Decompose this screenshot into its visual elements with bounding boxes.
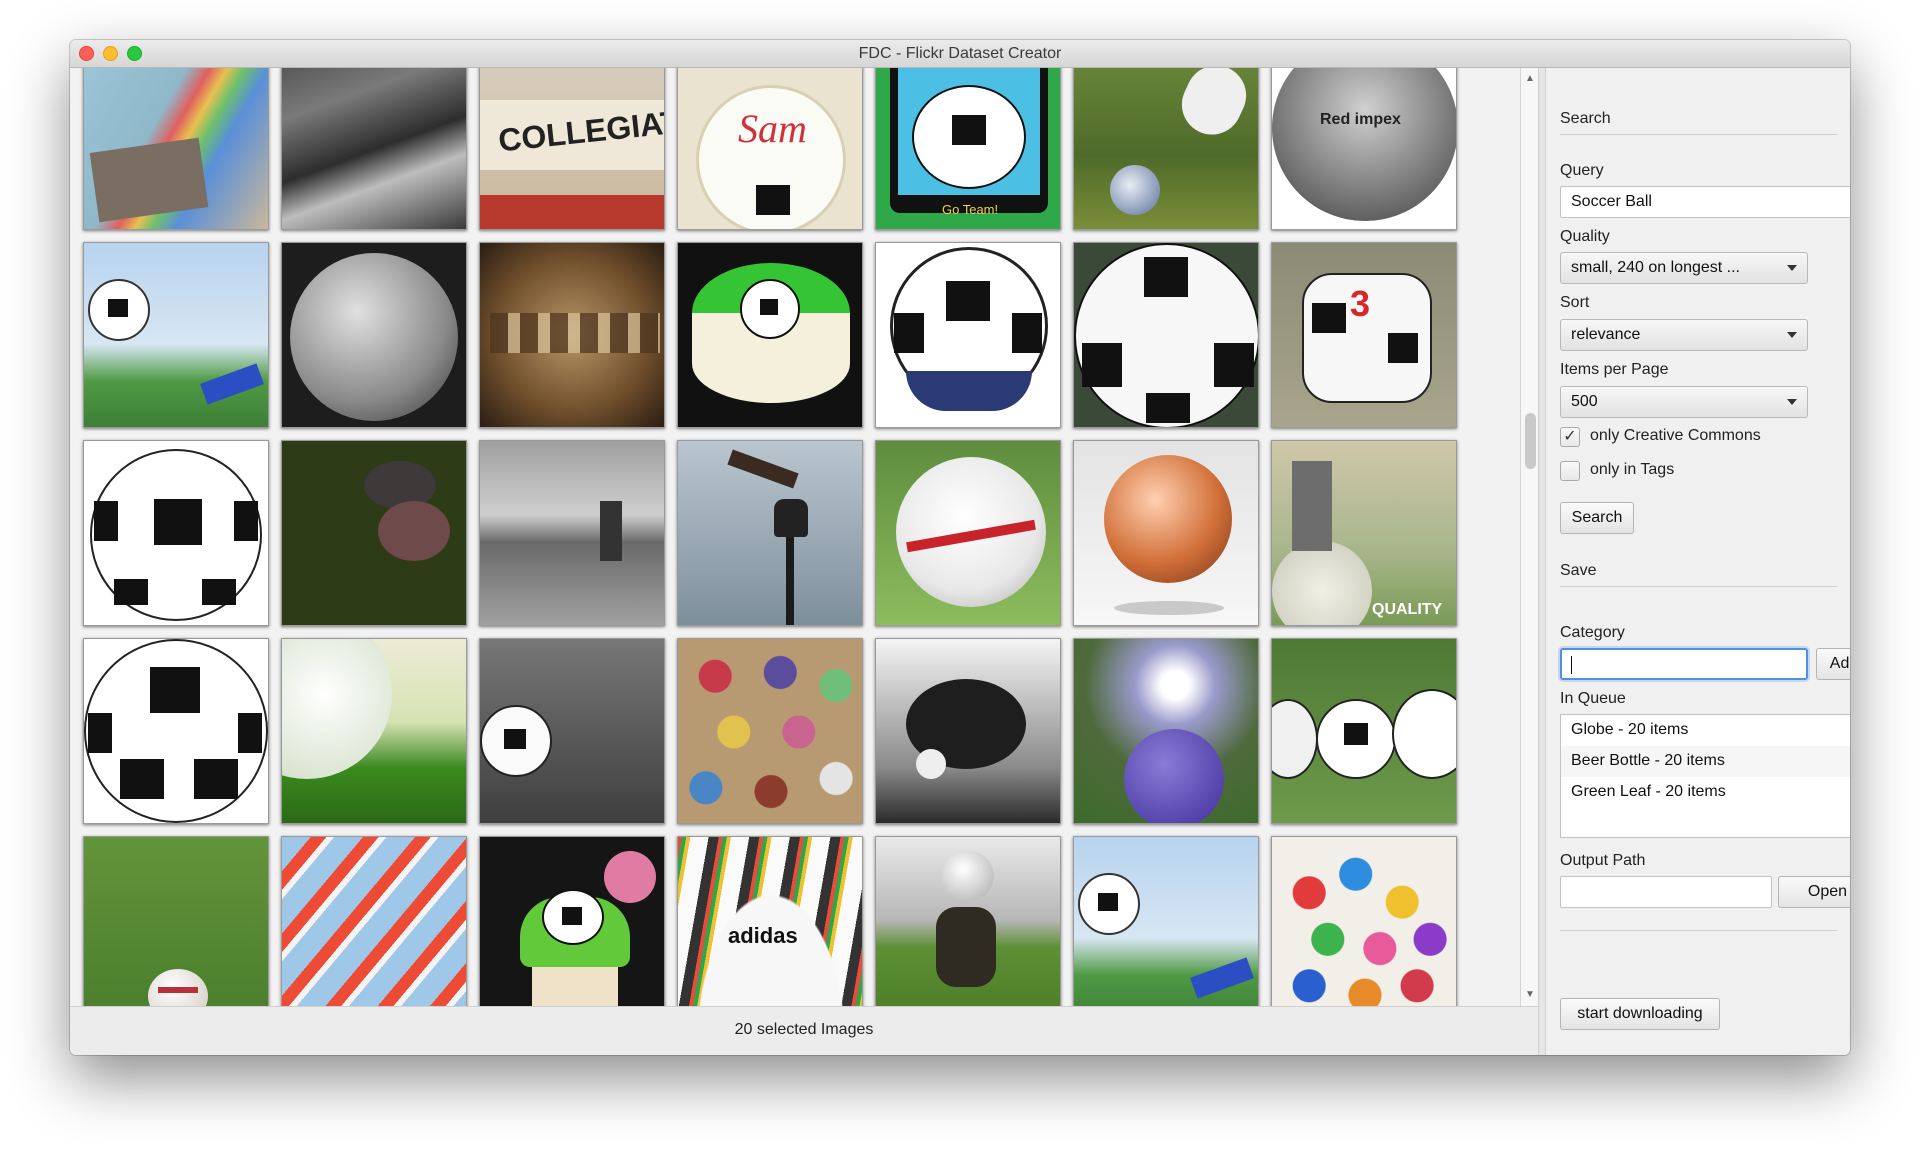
quality-label: Quality bbox=[1560, 228, 1610, 245]
search-section-title: Search bbox=[1560, 110, 1611, 127]
chevron-down-icon bbox=[1787, 332, 1797, 338]
app-window: FDC - Flickr Dataset Creator COLLEGIAT S… bbox=[70, 40, 1850, 1055]
thumbnail[interactable] bbox=[281, 836, 467, 1006]
thumbnail[interactable]: Go Team! bbox=[875, 68, 1061, 230]
thumbnail[interactable] bbox=[1073, 68, 1259, 230]
status-bar: 20 selected Images bbox=[70, 1006, 1538, 1055]
query-label: Query bbox=[1560, 162, 1604, 179]
thumbnail[interactable] bbox=[677, 440, 863, 626]
thumbnail[interactable] bbox=[83, 68, 269, 230]
thumbnail[interactable] bbox=[875, 638, 1061, 824]
save-section-divider bbox=[1560, 586, 1837, 587]
creative-commons-label: only Creative Commons bbox=[1590, 427, 1761, 444]
thumbnail[interactable]: COLLEGIAT bbox=[479, 68, 665, 230]
thumbnail[interactable] bbox=[479, 836, 665, 1006]
scrollbar-thumb[interactable] bbox=[1525, 413, 1536, 469]
output-section-divider bbox=[1560, 930, 1837, 931]
thumbnail[interactable] bbox=[1271, 638, 1457, 824]
thumbnail[interactable] bbox=[677, 242, 863, 428]
thumbnail[interactable] bbox=[83, 638, 269, 824]
category-input[interactable] bbox=[1560, 648, 1808, 680]
tile-text-adidas: adidas bbox=[728, 923, 798, 948]
thumbnail[interactable] bbox=[83, 440, 269, 626]
open-path-button[interactable]: Open bbox=[1778, 876, 1850, 908]
thumbnail[interactable] bbox=[281, 242, 467, 428]
save-section-title: Save bbox=[1560, 562, 1597, 579]
thumbnail[interactable] bbox=[1271, 836, 1457, 1006]
chevron-down-icon bbox=[1787, 265, 1797, 271]
thumbnail[interactable] bbox=[1073, 638, 1259, 824]
add-category-button[interactable]: Add bbox=[1816, 648, 1850, 680]
creative-commons-checkbox[interactable]: ✓ bbox=[1560, 427, 1580, 447]
image-gallery[interactable]: COLLEGIAT Sam Go Team! Red impex 3 QUALI… bbox=[70, 68, 1520, 1006]
quality-select[interactable]: small, 240 on longest ... bbox=[1560, 252, 1808, 284]
thumbnail[interactable]: Red impex bbox=[1271, 68, 1457, 230]
thumbnail[interactable]: QUALITY bbox=[1271, 440, 1457, 626]
thumbnail[interactable]: 3 bbox=[1271, 242, 1457, 428]
only-in-tags-label: only in Tags bbox=[1590, 461, 1675, 478]
thumbnail[interactable] bbox=[875, 836, 1061, 1006]
thumbnail[interactable] bbox=[479, 242, 665, 428]
text-caret bbox=[1571, 656, 1572, 674]
thumbnail[interactable] bbox=[875, 242, 1061, 428]
output-path-label: Output Path bbox=[1560, 852, 1646, 869]
thumbnail[interactable] bbox=[281, 638, 467, 824]
search-section-divider bbox=[1560, 134, 1837, 135]
category-label: Category bbox=[1560, 624, 1625, 641]
items-per-page-value: 500 bbox=[1571, 393, 1598, 410]
in-queue-label: In Queue bbox=[1560, 690, 1626, 707]
thumbnail[interactable] bbox=[875, 440, 1061, 626]
thumbnail[interactable] bbox=[83, 836, 269, 1006]
title-bar: FDC - Flickr Dataset Creator bbox=[70, 40, 1850, 68]
queue-item[interactable]: Globe - 20 items bbox=[1561, 715, 1850, 746]
output-path-input[interactable] bbox=[1560, 876, 1772, 908]
thumbnail[interactable] bbox=[677, 638, 863, 824]
thumbnail[interactable] bbox=[1073, 440, 1259, 626]
thumbnail[interactable] bbox=[1073, 836, 1259, 1006]
sort-select[interactable]: relevance bbox=[1560, 319, 1808, 351]
thumbnail[interactable] bbox=[479, 440, 665, 626]
thumbnail[interactable] bbox=[281, 68, 467, 230]
tile-text-sam: Sam bbox=[738, 106, 807, 151]
settings-panel: Search Query Soccer Ball Quality small, … bbox=[1546, 68, 1850, 1055]
selected-count-text: 20 selected Images bbox=[734, 1021, 874, 1038]
thumbnail[interactable] bbox=[479, 638, 665, 824]
tile-text-go-team: Go Team! bbox=[942, 202, 999, 217]
tile-text-quality: QUALITY bbox=[1372, 601, 1443, 618]
scroll-up-icon[interactable]: ▲ bbox=[1521, 70, 1539, 88]
items-per-page-label: Items per Page bbox=[1560, 361, 1669, 378]
chevron-down-icon bbox=[1787, 399, 1797, 405]
scroll-down-icon[interactable]: ▼ bbox=[1521, 986, 1539, 1004]
start-downloading-button[interactable]: start downloading bbox=[1560, 998, 1720, 1030]
thumbnail[interactable] bbox=[83, 242, 269, 428]
quality-select-value: small, 240 on longest ... bbox=[1571, 259, 1740, 276]
window-title: FDC - Flickr Dataset Creator bbox=[858, 45, 1062, 62]
queue-item[interactable]: Beer Bottle - 20 items bbox=[1561, 746, 1850, 777]
split-pane-divider[interactable] bbox=[1538, 68, 1546, 1055]
only-in-tags-checkbox[interactable] bbox=[1560, 461, 1580, 481]
thumbnail[interactable]: Sam bbox=[677, 68, 863, 230]
tile-text-red-impex: Red impex bbox=[1320, 111, 1401, 128]
search-button[interactable]: Search bbox=[1560, 502, 1634, 534]
thumbnail[interactable] bbox=[281, 440, 467, 626]
thumbnail[interactable] bbox=[1073, 242, 1259, 428]
query-input[interactable]: Soccer Ball bbox=[1560, 186, 1850, 218]
queue-item[interactable]: Green Leaf - 20 items bbox=[1561, 777, 1850, 808]
items-per-page-select[interactable]: 500 bbox=[1560, 386, 1808, 418]
thumbnail[interactable]: adidas bbox=[677, 836, 863, 1006]
gallery-scrollbar[interactable]: ▲ ▼ bbox=[1520, 68, 1538, 1006]
sort-label: Sort bbox=[1560, 294, 1590, 311]
queue-list[interactable]: Globe - 20 items Beer Bottle - 20 items … bbox=[1560, 714, 1850, 838]
sort-select-value: relevance bbox=[1571, 326, 1641, 343]
